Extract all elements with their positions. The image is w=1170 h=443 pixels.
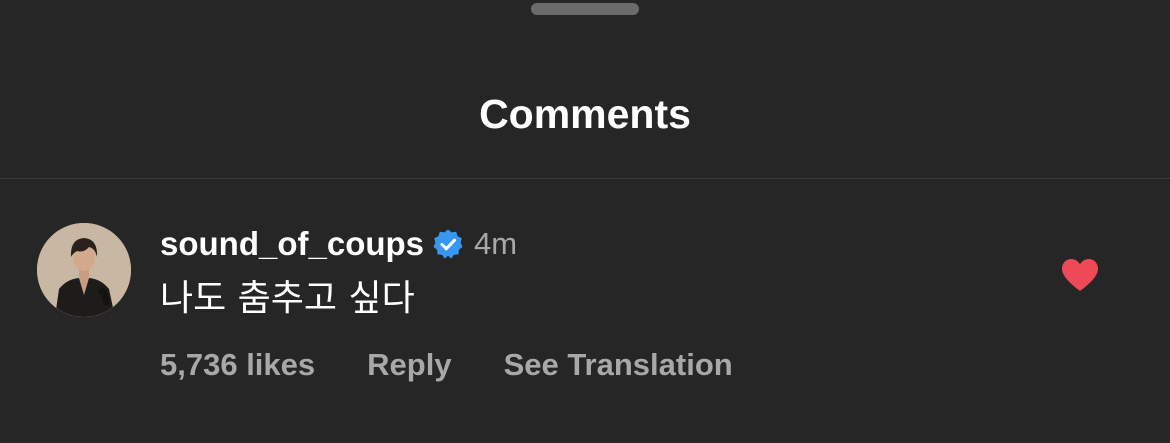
comment-header: sound_of_coups 4m [160, 224, 517, 264]
avatar[interactable] [37, 223, 131, 317]
comment-actions: 5,736 likes Reply See Translation [160, 345, 733, 385]
comment-timestamp: 4m [474, 226, 518, 261]
heart-filled-icon [1062, 259, 1098, 291]
likes-count[interactable]: 5,736 likes [160, 345, 315, 385]
header-divider [0, 178, 1170, 179]
page-title: Comments [479, 91, 691, 137]
comment-username[interactable]: sound_of_coups [160, 224, 424, 264]
sheet-grabber-handle[interactable] [531, 3, 639, 15]
like-button[interactable] [1060, 256, 1100, 296]
comment-text: 나도 춤추고 싶다 [160, 278, 415, 319]
comments-sheet: Comments sound_of_coups 4m 나도 춤추고 싶다 5,7… [0, 0, 1170, 443]
reply-button[interactable]: Reply [367, 345, 451, 385]
verified-badge-icon [432, 228, 464, 260]
see-translation-button[interactable]: See Translation [504, 345, 733, 385]
avatar-image [37, 223, 131, 317]
